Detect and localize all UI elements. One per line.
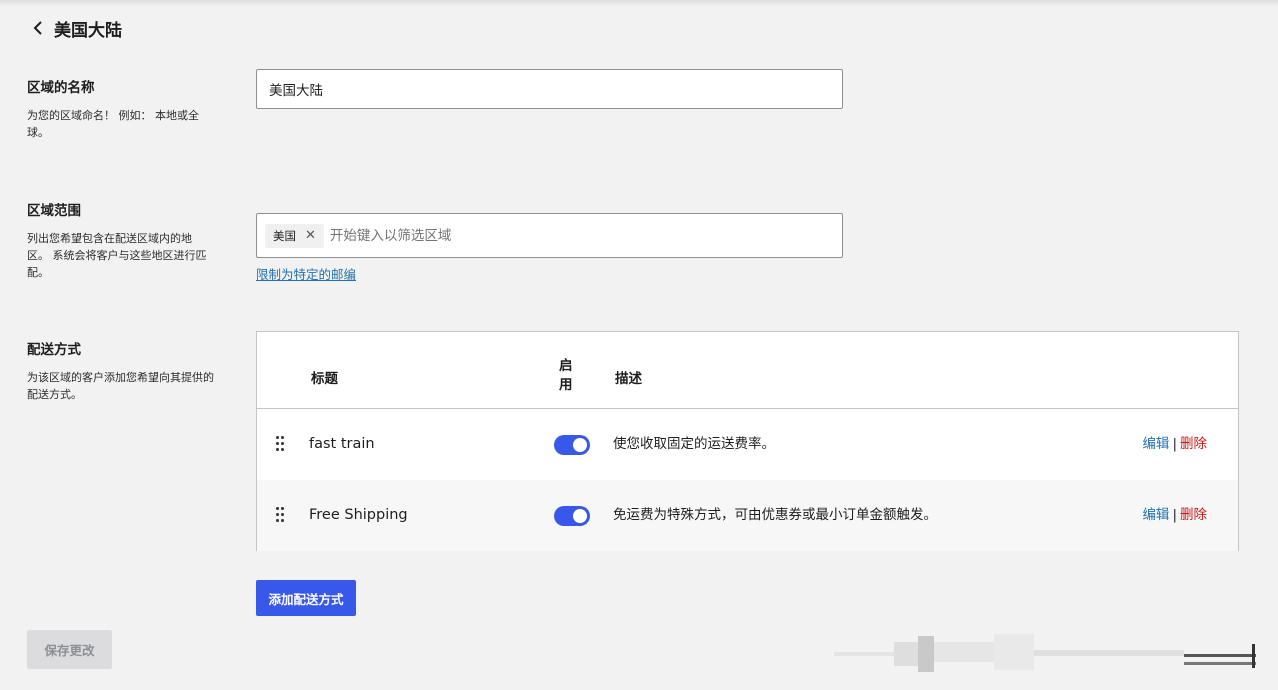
drag-handle-icon[interactable] [275,436,285,452]
shipping-methods-description: 为该区域的客户添加您希望向其提供的配送方式。 [27,371,214,401]
column-title: 标题 [311,371,338,387]
shipping-methods-label: 配送方式 [27,342,81,358]
page-title: 美国大陆 [54,20,122,41]
region-selector[interactable]: 美国 ✕ [256,213,843,258]
zone-name-input[interactable] [256,69,843,109]
page-header: 美国大陆 [28,16,122,41]
drag-handle-icon[interactable] [275,507,285,523]
method-enabled-toggle[interactable] [554,506,590,526]
save-changes-button[interactable]: 保存更改 [27,630,112,669]
back-button[interactable] [28,16,48,40]
action-separator: | [1172,507,1177,523]
region-filter-input[interactable] [329,227,730,244]
method-description: 使您收取固定的运送费率。 [613,436,775,452]
delete-link[interactable]: 删除 [1180,507,1207,523]
region-chip: 美国 ✕ [265,223,324,248]
row-actions: 编辑 | 删除 [1142,409,1207,480]
toggle-knob [573,438,587,452]
method-title: Free Shipping [309,507,408,523]
chevron-left-icon [33,21,42,35]
zone-name-label: 区域的名称 [27,80,95,96]
delete-link[interactable]: 删除 [1180,436,1207,452]
method-title: fast train [309,436,375,452]
add-shipping-method-button[interactable]: 添加配送方式 [256,580,356,616]
region-chip-label: 美国 [273,228,296,243]
table-row: fast train 使您收取固定的运送费率。 编辑 | 删除 [257,409,1238,480]
row-actions: 编辑 | 删除 [1142,480,1207,551]
column-enabled: 启用 [559,358,573,393]
limit-postcodes-link[interactable]: 限制为特定的邮编 [256,264,356,283]
zone-name-description: 为您的区域命名！ 例如： 本地或全球。 [27,109,199,139]
render-artifact [834,634,1256,672]
edit-link[interactable]: 编辑 [1142,507,1169,523]
shipping-methods-table: 标题 启用 描述 fast train 使您收取固定的运送费率。 编辑 | 删除 F… [256,331,1239,551]
close-icon[interactable]: ✕ [305,229,316,242]
edit-link[interactable]: 编辑 [1142,436,1169,452]
shipping-methods-section: 配送方式 为该区域的客户添加您希望向其提供的配送方式。 [27,341,222,403]
method-enabled-toggle[interactable] [554,435,590,455]
zone-regions-description: 列出您希望包含在配送区域内的地区。 系统会将客户与这些地区进行匹配。 [27,232,207,279]
table-header: 标题 启用 描述 [257,332,1238,409]
toggle-knob [573,509,587,523]
zone-regions-label: 区域范围 [27,203,81,219]
zone-name-section: 区域的名称 为您的区域命名！ 例如： 本地或全球。 [27,79,222,141]
method-description: 免运费为特殊方式，可由优惠券或最小订单金额触发。 [613,507,937,523]
action-separator: | [1172,436,1177,452]
table-row: Free Shipping 免运费为特殊方式，可由优惠券或最小订单金额触发。 编… [257,480,1238,551]
column-description: 描述 [615,371,642,387]
zone-regions-section: 区域范围 列出您希望包含在配送区域内的地区。 系统会将客户与这些地区进行匹配。 [27,202,222,281]
top-shadow [0,0,1278,6]
